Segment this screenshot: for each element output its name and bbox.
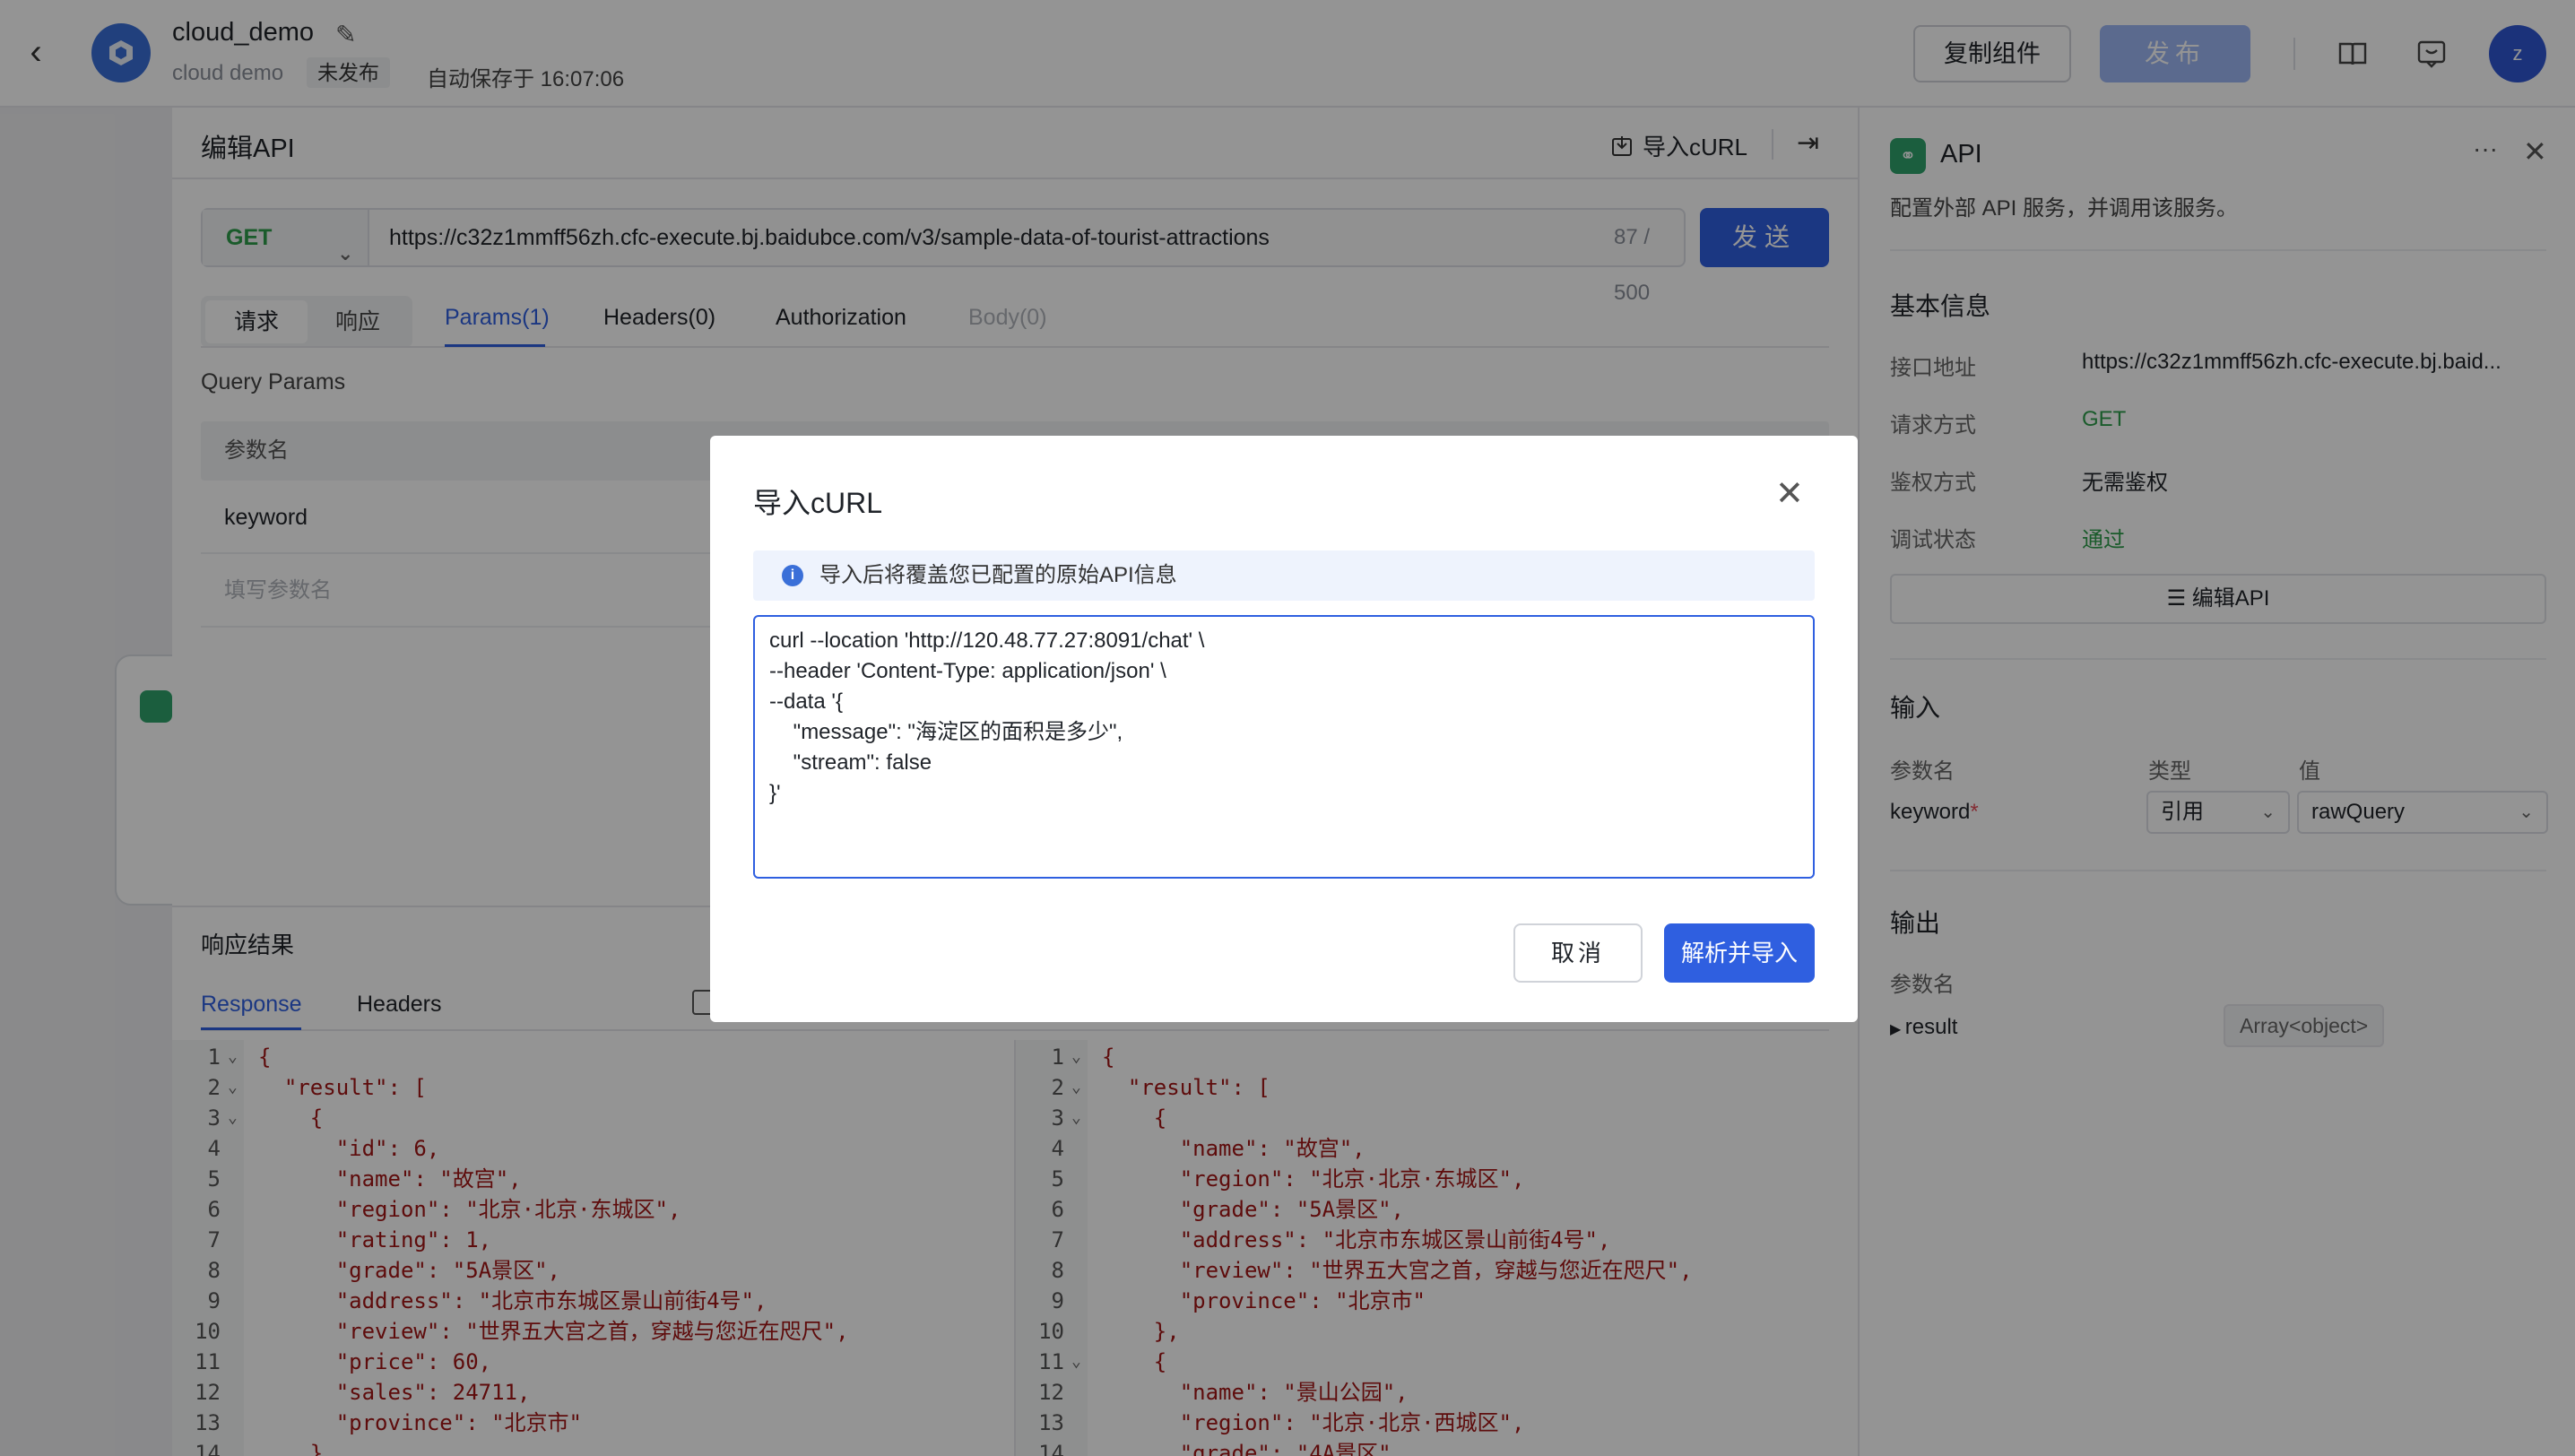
info-icon: i [782,565,803,586]
close-icon[interactable]: ✕ [1775,477,1804,511]
info-alert: i 导入后将覆盖您已配置的原始API信息 [753,550,1815,601]
curl-textarea[interactable] [753,615,1815,879]
cancel-button[interactable]: 取消 [1513,923,1643,983]
modal-title: 导入cURL [753,487,883,519]
parse-import-button[interactable]: 解析并导入 [1664,923,1815,983]
import-curl-modal: 导入cURL ✕ i 导入后将覆盖您已配置的原始API信息 取消 解析并导入 [710,436,1858,1022]
alert-text: 导入后将覆盖您已配置的原始API信息 [819,563,1177,587]
